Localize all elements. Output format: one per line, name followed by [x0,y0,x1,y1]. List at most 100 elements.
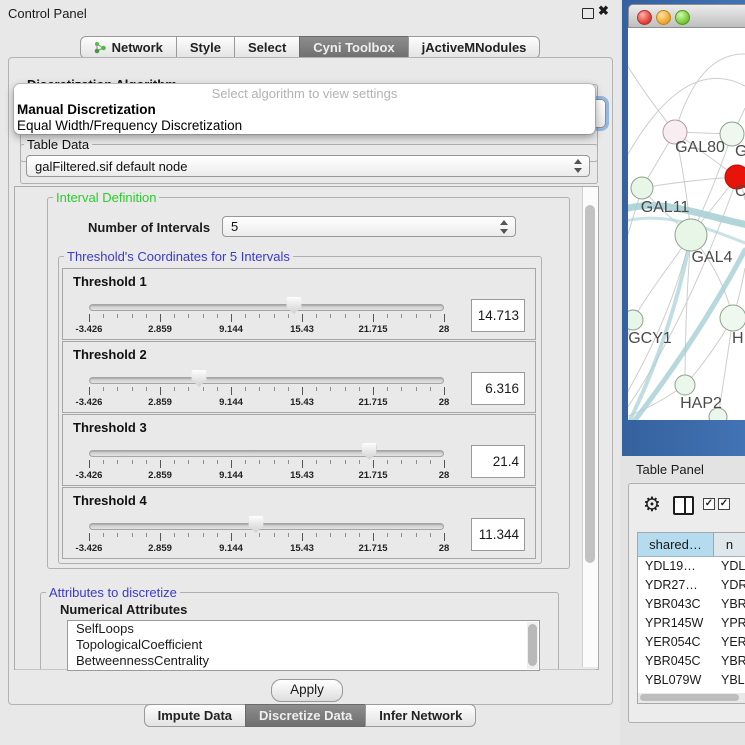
tick-mark [203,533,204,537]
slider-tick-label: 2.859 [148,470,172,481]
network-canvas[interactable]: GAL80 GA C GAL11 GAL4 GCY1 H HAP2 [628,28,745,420]
dropdown-option-manual[interactable]: Manual Discretization [14,102,595,118]
table-cell: YBR043C [638,595,714,614]
minimize-traffic-light[interactable] [656,10,671,25]
number-of-intervals-label: Number of Intervals [88,220,210,235]
slider-ticks [89,313,444,323]
list-scrollbar[interactable] [527,622,538,669]
tick-mark [174,533,175,537]
threshold-4-value-field[interactable]: 11.344 [471,518,525,551]
threshold-2-slider[interactable]: -3.4262.8599.14415.4321.71528 [89,369,444,409]
numerical-attributes-list[interactable]: SelfLoopsTopologicalCoefficientBetweenne… [67,620,540,671]
table-row[interactable]: YDL19…YDL1 [638,557,745,576]
apply-button[interactable]: Apply [271,679,343,702]
scrollbar-thumb[interactable] [585,205,595,563]
table-row[interactable]: YDR27…YDR2 [638,576,745,595]
threshold-2-label: Threshold 2 [73,347,147,362]
node-H[interactable] [720,305,745,331]
threshold-4-slider[interactable]: -3.4262.8599.14415.4321.71528 [89,515,444,555]
float-window-icon[interactable] [582,8,594,19]
attribute-item[interactable]: SelfLoops [68,621,539,637]
tick-mark [89,533,90,541]
node-GAL11[interactable] [631,177,653,199]
tab-discretize-data[interactable]: Discretize Data [245,704,366,727]
table-cell: YDR2 [714,576,745,595]
tick-mark [231,533,232,541]
slider-tick-label: 9.144 [219,470,243,481]
table-cell: YBL079W [638,671,714,690]
dropdown-placeholder-item[interactable]: Select algorithm to view settings [14,86,595,102]
tab-select[interactable]: Select [234,36,300,59]
threshold-3-slider[interactable]: -3.4262.8599.14415.4321.71528 [89,442,444,482]
tick-mark [245,460,246,464]
column-header-shared-name[interactable]: shared… [638,533,714,556]
slider-thumb[interactable] [248,516,263,533]
node-GAL4[interactable] [675,219,707,251]
tick-mark [316,387,317,391]
table-cell: YER0 [714,633,745,652]
table-row[interactable]: YPR145WYPR1 [638,614,745,633]
tick-mark [316,533,317,537]
number-of-intervals-combobox[interactable]: 5 [222,216,516,237]
tick-mark [416,387,417,391]
slider-ticks [89,532,444,542]
attribute-item[interactable]: TopologicalCoefficient [68,637,539,653]
tick-mark [132,387,133,391]
slider-thumb[interactable] [192,370,207,387]
tick-mark [359,387,360,391]
node-GCY1[interactable] [628,310,643,330]
combo-arrows-icon [574,159,583,173]
slider-thumb[interactable] [362,443,377,460]
numerical-attributes-heading: Numerical Attributes [60,602,187,617]
tab-jactivemnodules[interactable]: jActiveMNodules [408,36,541,59]
close-traffic-light[interactable] [637,10,652,25]
slider-thumb[interactable] [286,297,301,314]
threshold-3-value-field[interactable]: 21.4 [471,445,525,478]
slider-track[interactable] [89,377,444,384]
network-window-titlebar[interactable] [628,4,745,28]
threshold-2-value-field[interactable]: 6.316 [471,372,525,405]
zoom-traffic-light[interactable] [675,10,690,25]
tick-mark [416,314,417,318]
tick-mark [231,460,232,468]
tab-infer-network[interactable]: Infer Network [365,704,476,727]
tick-mark [330,314,331,318]
threshold-1-slider[interactable]: -3.4262.8599.14415.4321.71528 [89,296,444,336]
dropdown-option-equal-width[interactable]: Equal Width/Frequency Discretization [14,118,595,134]
tab-cyni-toolbox[interactable]: Cyni Toolbox [299,36,408,59]
gear-icon[interactable]: ⚙ [643,492,661,517]
checkbox-icon[interactable]: ✓ [718,498,730,510]
tick-mark [117,460,118,464]
table-row[interactable]: YBL079WYBL0 [638,671,745,690]
tick-mark [103,314,104,318]
threshold-1-value-field[interactable]: 14.713 [471,299,525,332]
table-row[interactable]: YER054CYER0 [638,633,745,652]
tab-network[interactable]: Network [80,36,177,59]
algorithm-dropdown-popup: Select algorithm to view settings Manual… [14,84,595,134]
table-cell: YDL1 [714,557,745,576]
tab-impute-data[interactable]: Impute Data [144,704,246,727]
tick-mark [245,533,246,537]
tab-style[interactable]: Style [176,36,235,59]
attribute-item[interactable]: BetweennessCentrality [68,653,539,669]
node-HAP2[interactable] [675,375,695,395]
table-cell: YBR045C [638,652,714,671]
column-header-name[interactable]: n [714,533,745,556]
table-row[interactable]: YBR043CYBR0 [638,595,745,614]
table-cell: YDR27… [638,576,714,595]
table-row[interactable]: YBR045CYBR0 [638,652,745,671]
slider-track[interactable] [89,450,444,457]
table-data-combobox[interactable]: galFiltered.sif default node [26,155,590,177]
slider-tick-label: 21.715 [358,397,387,408]
panel-scrollbar[interactable] [582,187,598,667]
slider-tick-label: -3.426 [76,470,103,481]
slider-track[interactable] [89,523,444,530]
split-columns-icon[interactable] [673,496,694,515]
slider-tick-label: 21.715 [358,470,387,481]
close-icon[interactable]: ✖ [598,3,609,19]
table-horizontal-scrollbar[interactable] [638,693,745,703]
tick-mark [274,387,275,391]
checkbox-icon[interactable]: ✓ [703,498,715,510]
slider-track[interactable] [89,304,444,311]
tick-mark [203,314,204,318]
